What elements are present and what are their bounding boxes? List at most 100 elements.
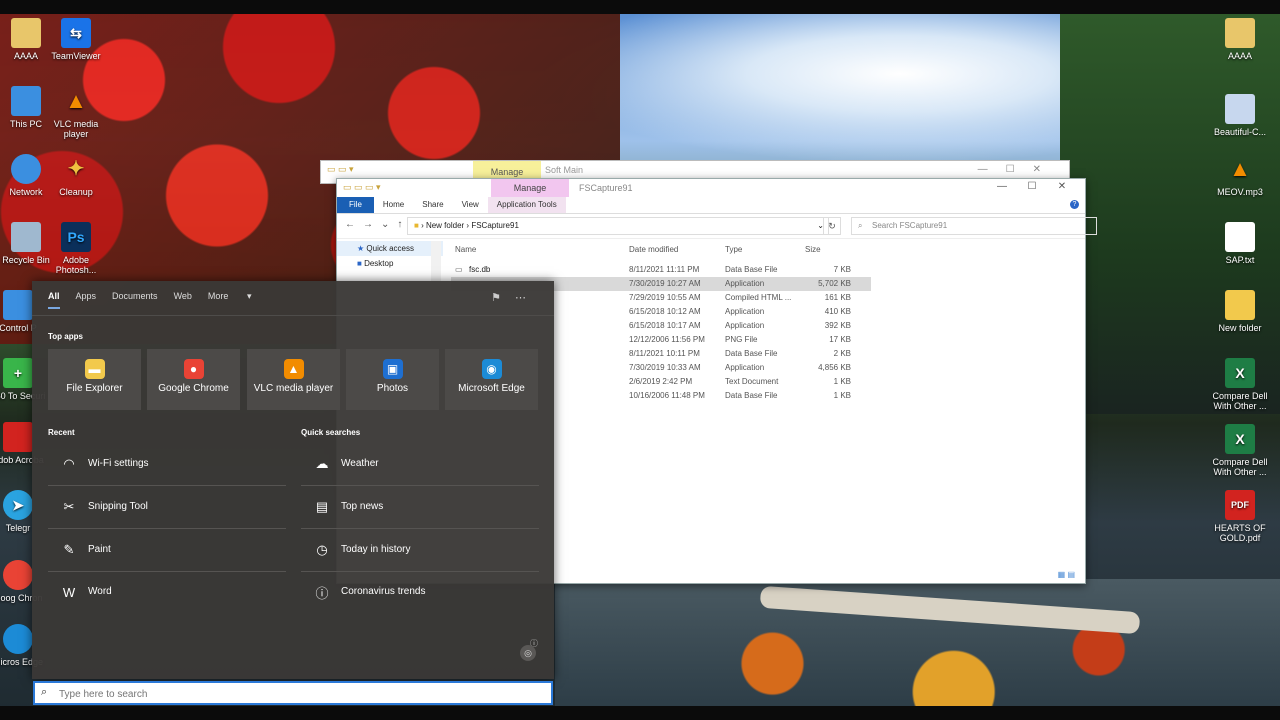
- column-header-size[interactable]: Size: [805, 245, 821, 254]
- file-date: 2/6/2019 2:42 PM: [629, 377, 693, 386]
- nav-item-quick-access[interactable]: ★ Quick access: [337, 241, 443, 256]
- window-controls[interactable]: —☐✕: [978, 164, 1059, 175]
- star-icon: ★: [357, 244, 365, 253]
- file-type: Data Base File: [725, 265, 778, 274]
- column-header-name[interactable]: Name: [455, 245, 476, 254]
- wallpaper-sky: [540, 14, 1140, 164]
- bottom-bar: [0, 706, 1280, 720]
- quick-search-item[interactable]: ▤ Top news: [301, 486, 539, 529]
- file-type: Application: [725, 321, 765, 330]
- desktop-icon[interactable]: New folder: [1208, 290, 1272, 333]
- taskbar-search[interactable]: ⌕: [33, 681, 553, 705]
- screenshot-icon[interactable]: ◎: [520, 645, 536, 661]
- folder-icon: [1225, 18, 1255, 48]
- search-box[interactable]: ⌕ Search FSCapture91: [851, 217, 1097, 235]
- minimize-icon[interactable]: —: [987, 181, 1017, 192]
- recent-item[interactable]: W Word: [48, 571, 286, 613]
- divider: [32, 315, 554, 316]
- top-app-tile[interactable]: ▲ VLC media player: [247, 349, 340, 410]
- column-header-type[interactable]: Type: [725, 245, 742, 254]
- nav-scrollbar[interactable]: [431, 241, 441, 281]
- item-label: Top news: [341, 501, 384, 512]
- top-app-tile[interactable]: ▣ Photos: [346, 349, 439, 410]
- quick-searches-heading: Quick searches: [301, 428, 361, 437]
- excel-icon: X: [1225, 424, 1255, 454]
- desktop-icon[interactable]: PDF HEARTS OF GOLD.pdf: [1208, 490, 1272, 543]
- item-label: Today in history: [341, 544, 411, 555]
- app-icon: ▣: [382, 359, 403, 379]
- image-file-icon: [1225, 94, 1255, 124]
- recent-item[interactable]: ✂ Snipping Tool: [48, 486, 286, 529]
- control-panel-icon: [3, 290, 33, 320]
- tab-home[interactable]: Home: [374, 197, 413, 213]
- file-size: 4,856 KB: [818, 363, 851, 372]
- desktop-icon[interactable]: Ps Adobe Photosh...: [44, 222, 108, 275]
- desktop-icon[interactable]: Beautiful-C...: [1208, 94, 1272, 137]
- quick-search-item[interactable]: ☁ Weather: [301, 443, 539, 486]
- telegram-icon: ➤: [3, 490, 33, 520]
- vlc-icon: ▲: [1229, 156, 1251, 181]
- tab-view[interactable]: View: [453, 197, 488, 213]
- more-options-icon[interactable]: ⋯: [515, 292, 540, 304]
- app-icon: ◉: [481, 359, 502, 379]
- desktop-icon[interactable]: AAAA: [1208, 18, 1272, 61]
- manage-tab[interactable]: Manage: [473, 161, 541, 179]
- file-type: PNG File: [725, 335, 758, 344]
- recent-item[interactable]: ◠ Wi-Fi settings: [48, 443, 286, 486]
- nav-item-desktop[interactable]: ■ Desktop: [337, 256, 443, 271]
- view-buttons[interactable]: ▦ ▤: [1058, 570, 1075, 579]
- desktop-icon[interactable]: SAP.txt: [1208, 222, 1272, 265]
- top-app-tile[interactable]: ▬ File Explorer: [48, 349, 141, 410]
- tab-all[interactable]: All: [48, 291, 60, 309]
- quick-access-toolbar[interactable]: ▭ ▭ ▾: [327, 164, 354, 175]
- desktop-icon[interactable]: X Compare Dell With Other ...: [1208, 424, 1272, 477]
- quick-search-item[interactable]: ⓘ Coronavirus trends: [301, 571, 539, 613]
- file-type: Application: [725, 279, 765, 288]
- file-icon: ▭: [455, 265, 463, 274]
- top-app-tile[interactable]: ● Google Chrome: [147, 349, 240, 410]
- nav-buttons[interactable]: ←→⌄↑: [345, 219, 410, 230]
- desktop-icon[interactable]: ▲ VLC media player: [44, 86, 108, 140]
- tab-share[interactable]: Share: [413, 197, 452, 213]
- breadcrumb-item[interactable]: FSCapture91: [471, 221, 519, 230]
- breadcrumb-item[interactable]: New folder: [426, 221, 464, 230]
- tab-file[interactable]: File: [337, 197, 374, 213]
- tab-application-tools[interactable]: Application Tools: [487, 197, 566, 213]
- top-app-tile[interactable]: ◉ Microsoft Edge: [445, 349, 538, 410]
- desktop-icon[interactable]: ✦ Cleanup: [44, 154, 108, 197]
- manage-tab[interactable]: Manage: [491, 179, 569, 197]
- desktop-icon[interactable]: ▲ MEOV.mp3: [1208, 154, 1272, 198]
- folder-icon: ■: [414, 221, 419, 230]
- file-size: 7 KB: [833, 265, 851, 274]
- file-name: fsc.db: [469, 265, 491, 274]
- column-header-date[interactable]: Date modified: [629, 245, 678, 254]
- tab-web[interactable]: Web: [174, 291, 192, 307]
- window-controls[interactable]: —☐✕: [987, 181, 1077, 192]
- tab-more[interactable]: More ▾: [208, 291, 268, 314]
- quick-access-toolbar[interactable]: ▭ ▭ ▭ ▾: [343, 182, 381, 193]
- desktop-icon[interactable]: ⇆ TeamViewer: [44, 18, 108, 61]
- search-input[interactable]: [57, 686, 541, 702]
- feedback-icon[interactable]: ⚑: [491, 292, 515, 304]
- help-icon[interactable]: ?: [1070, 200, 1079, 209]
- search-tabs: All Apps Documents Web More ▾: [48, 291, 283, 314]
- app-label: Microsoft Edge: [458, 383, 525, 394]
- desktop-icon[interactable]: X Compare Dell With Other ...: [1208, 358, 1272, 411]
- tab-apps[interactable]: Apps: [76, 291, 97, 307]
- maximize-icon[interactable]: ☐: [1017, 181, 1047, 192]
- refresh-button[interactable]: ↻: [823, 217, 841, 235]
- address-path[interactable]: ■ › New folder › FSCapture91 ⌄: [407, 217, 829, 235]
- quick-search-item[interactable]: ◷ Today in history: [301, 529, 539, 572]
- close-icon[interactable]: ✕: [1047, 181, 1077, 192]
- file-type: Text Document: [725, 377, 779, 386]
- folder-icon: [11, 18, 41, 48]
- tab-documents[interactable]: Documents: [112, 291, 158, 307]
- pdf-icon: PDF: [1225, 490, 1255, 520]
- title-bar[interactable]: ▭ ▭ ▭ ▾ Manage FSCapture91 — ☐ ✕: [337, 179, 1085, 197]
- item-label: Coronavirus trends: [341, 586, 426, 597]
- desktop-icon: ■: [357, 259, 362, 268]
- recent-item[interactable]: ✎ Paint: [48, 529, 286, 572]
- item-icon: ☁: [315, 456, 329, 471]
- file-row[interactable]: ▭ fsc.db 8/11/2021 11:11 PM Data Base File 7…: [451, 263, 871, 277]
- search-icon: ⌕: [41, 686, 48, 698]
